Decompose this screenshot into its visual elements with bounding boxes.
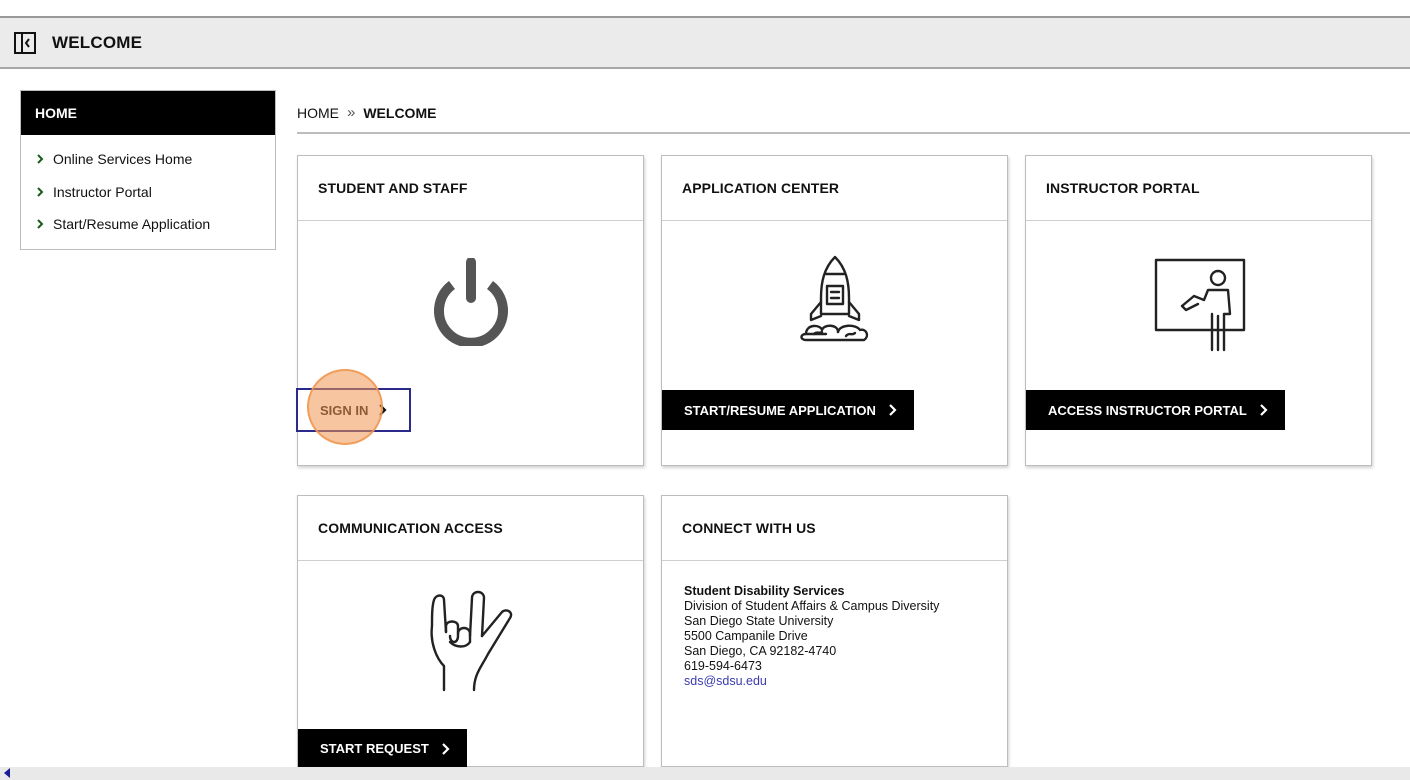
chevron-right-icon — [37, 219, 44, 229]
sidebar-item-label: Online Services Home — [53, 151, 193, 167]
sign-in-label: SIGN IN — [320, 402, 369, 418]
chevron-right-icon — [889, 404, 897, 416]
contact-street: 5500 Campanile Drive — [684, 629, 808, 643]
contact-info: Student Disability Services Division of … — [684, 584, 939, 689]
card-instructor-portal: INSTRUCTOR PORTAL ACCESS INSTRUCTOR PORT… — [1025, 155, 1372, 466]
sidebar-item-label: Start/Resume Application — [53, 216, 211, 232]
page-title: WELCOME — [52, 32, 143, 52]
sidebar-item-label: Instructor Portal — [53, 183, 152, 200]
chevron-right-icon — [37, 187, 44, 197]
contact-phone: 619-594-6473 — [684, 659, 762, 673]
top-edge — [0, 0, 1410, 18]
card-title: INSTRUCTOR PORTAL — [1026, 156, 1371, 221]
card-communication-access: COMMUNICATION ACCESS START REQUEST — [297, 495, 644, 768]
contact-university: San Diego State University — [684, 614, 834, 628]
chevron-right-icon — [442, 742, 450, 755]
sidebar-toggle-icon[interactable] — [14, 31, 36, 54]
contact-email-link[interactable]: sds@sdsu.edu — [684, 674, 939, 689]
access-instructor-portal-button[interactable]: ACCESS INSTRUCTOR PORTAL — [1026, 390, 1285, 430]
scroll-left-arrow-icon[interactable] — [4, 768, 10, 778]
chevron-right-icon — [379, 404, 387, 416]
chevron-right-icon — [1260, 404, 1268, 416]
breadcrumb-divider — [297, 132, 1410, 134]
power-icon — [434, 258, 508, 346]
breadcrumb-home-link[interactable]: HOME — [297, 105, 339, 121]
contact-city: San Diego, CA 92182-4740 — [684, 644, 837, 658]
card-student-and-staff: STUDENT AND STAFF SIGN IN — [296, 155, 644, 466]
sidebar-item-instructor-portal[interactable]: Instructor Portal — [35, 176, 275, 209]
card-application-center: APPLICATION CENTER START/RESUME APPLICAT… — [661, 155, 1008, 466]
breadcrumb-separator: » — [347, 104, 356, 121]
sidebar-heading: HOME — [21, 91, 275, 135]
button-label: START REQUEST — [320, 741, 429, 756]
sign-in-button[interactable]: SIGN IN — [296, 388, 411, 432]
button-label: START/RESUME APPLICATION — [684, 402, 876, 418]
sidebar-list: Online Services Home Instructor Portal S… — [21, 135, 275, 241]
instructor-presentation-icon — [1154, 258, 1246, 352]
start-request-button[interactable]: START REQUEST — [298, 729, 467, 768]
sidebar-item-start-resume-application[interactable]: Start/Resume Application — [35, 208, 275, 241]
start-resume-application-button[interactable]: START/RESUME APPLICATION — [662, 390, 914, 430]
card-title: APPLICATION CENTER — [662, 156, 1007, 221]
sidebar-item-online-services-home[interactable]: Online Services Home — [35, 143, 275, 176]
card-title: COMMUNICATION ACCESS — [298, 496, 643, 561]
contact-org: Student Disability Services — [684, 584, 845, 598]
breadcrumb: HOME » WELCOME — [297, 104, 436, 121]
button-label: ACCESS INSTRUCTOR PORTAL — [1048, 402, 1247, 418]
breadcrumb-current: WELCOME — [363, 104, 437, 121]
horizontal-scrollbar[interactable] — [0, 767, 1410, 780]
title-bar: WELCOME — [0, 18, 1410, 69]
rocket-icon — [800, 255, 869, 342]
chevron-right-icon — [37, 154, 44, 164]
card-title: STUDENT AND STAFF — [298, 156, 643, 221]
sidebar-nav: HOME Online Services Home Instructor Por… — [20, 90, 276, 250]
contact-division: Division of Student Affairs & Campus Div… — [684, 599, 940, 613]
card-title: CONNECT WITH US — [662, 496, 1007, 561]
card-connect-with-us: CONNECT WITH US Student Disability Servi… — [661, 495, 1008, 767]
sign-language-hand-icon — [430, 590, 513, 692]
